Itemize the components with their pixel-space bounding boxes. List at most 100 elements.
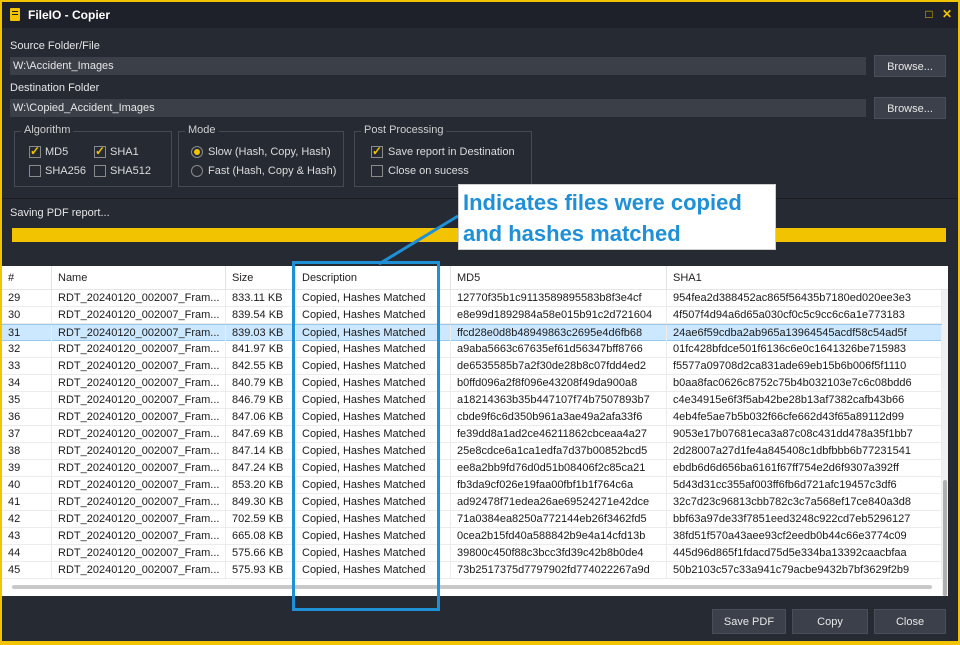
cell-size: 839.54 KB <box>226 307 296 324</box>
source-path-field[interactable]: W:\Accident_Images <box>10 57 866 75</box>
horizontal-scrollbar[interactable] <box>12 585 932 589</box>
cell-number: 33 <box>2 358 52 375</box>
annotation-callout: Indicates files were copied and hashes m… <box>458 184 776 250</box>
cell-md5: fb3da9cf026e19faa00fbf1b1f764c6a <box>451 477 667 494</box>
cell-md5: de6535585b7a2f30de28b8c07fdd4ed2 <box>451 358 667 375</box>
status-text: Saving PDF report... <box>10 207 110 219</box>
table-row[interactable]: 44 RDT_20240120_002007_Fram... 575.66 KB Co… <box>2 545 942 562</box>
destination-path-field[interactable]: W:\Copied_Accident_Images <box>10 99 866 117</box>
cell-name: RDT_20240120_002007_Fram... <box>52 290 226 307</box>
table-row[interactable]: 40 RDT_20240120_002007_Fram... 853.20 KB Co… <box>2 477 942 494</box>
cell-size: 841.97 KB <box>226 341 296 358</box>
table-row[interactable]: 42 RDT_20240120_002007_Fram... 702.59 KB Co… <box>2 511 942 528</box>
description-highlight-box <box>292 261 440 611</box>
table-row[interactable]: 45 RDT_20240120_002007_Fram... 575.93 KB Co… <box>2 562 942 579</box>
cell-name: RDT_20240120_002007_Fram... <box>52 545 226 562</box>
md5-label: MD5 <box>45 146 69 158</box>
sha512-checkbox[interactable] <box>94 165 106 177</box>
table-row[interactable]: 38 RDT_20240120_002007_Fram... 847.14 KB Co… <box>2 443 942 460</box>
cell-md5: ffcd28e0d8b48949863c2695e4d6fb68 <box>451 325 667 342</box>
cell-name: RDT_20240120_002007_Fram... <box>52 460 226 477</box>
cell-number: 44 <box>2 545 52 562</box>
algorithm-group: Algorithm MD5 SHA1 SHA256 SHA512 <box>14 124 172 187</box>
cell-sha1: 32c7d23c96813cbb782c3c7a568ef17ce840a3d8 <box>667 494 942 511</box>
cell-name: RDT_20240120_002007_Fram... <box>52 375 226 392</box>
table-row[interactable]: 35 RDT_20240120_002007_Fram... 846.79 KB Co… <box>2 392 942 409</box>
cell-size: 846.79 KB <box>226 392 296 409</box>
cell-name: RDT_20240120_002007_Fram... <box>52 443 226 460</box>
table-row[interactable]: 33 RDT_20240120_002007_Fram... 842.55 KB Co… <box>2 358 942 375</box>
table-row[interactable]: 30 RDT_20240120_002007_Fram... 839.54 KB Co… <box>2 307 942 324</box>
cell-md5: 12770f35b1c9113589895583b8f3e4cf <box>451 290 667 307</box>
maximize-icon[interactable]: □ <box>922 7 936 21</box>
close-on-success-checkbox[interactable] <box>371 165 383 177</box>
column-header-md5[interactable]: MD5 <box>451 266 667 290</box>
grid-header: # Name Size Description MD5 SHA1 <box>2 266 948 290</box>
save-report-checkbox[interactable] <box>371 144 383 158</box>
vertical-scroll-thumb[interactable] <box>943 480 947 596</box>
save-pdf-button[interactable]: Save PDF <box>712 609 786 634</box>
cell-md5: 71a0384ea8250a772144eb26f3462fd5 <box>451 511 667 528</box>
cell-size: 847.06 KB <box>226 409 296 426</box>
column-header-sha1[interactable]: SHA1 <box>667 266 942 290</box>
cell-size: 665.08 KB <box>226 528 296 545</box>
cell-sha1: 4f507f4d94a6d65a030cf0c5c9cc6c6a1e773183 <box>667 307 942 324</box>
cell-name: RDT_20240120_002007_Fram... <box>52 562 226 579</box>
cell-sha1: 9053e17b07681eca3a87c08c431dd478a35f1bb7 <box>667 426 942 443</box>
column-header-name[interactable]: Name <box>52 266 226 290</box>
cell-sha1: 24ae6f59cdba2ab965a13964545acdf58c54ad5f <box>667 325 942 342</box>
fast-mode-radio[interactable] <box>191 165 203 177</box>
table-row[interactable]: 32 RDT_20240120_002007_Fram... 841.97 KB Co… <box>2 341 942 358</box>
destination-browse-button[interactable]: Browse... <box>874 97 946 119</box>
cell-size: 839.03 KB <box>226 325 296 342</box>
table-row[interactable]: 37 RDT_20240120_002007_Fram... 847.69 KB Co… <box>2 426 942 443</box>
cell-name: RDT_20240120_002007_Fram... <box>52 409 226 426</box>
sha256-checkbox[interactable] <box>29 165 41 177</box>
table-row[interactable]: 31 RDT_20240120_002007_Fram... 839.03 KB Co… <box>2 324 942 342</box>
cell-number: 38 <box>2 443 52 460</box>
cell-size: 702.59 KB <box>226 511 296 528</box>
table-row[interactable]: 29 RDT_20240120_002007_Fram... 833.11 KB Co… <box>2 290 942 307</box>
cell-sha1: 4eb4fe5ae7b5b032f66cfe662d43f65a89112d99 <box>667 409 942 426</box>
table-row[interactable]: 36 RDT_20240120_002007_Fram... 847.06 KB Co… <box>2 409 942 426</box>
results-grid: # Name Size Description MD5 SHA1 29 RDT_2… <box>2 266 948 596</box>
cell-md5: 39800c450f88c3bcc3fd39c42b8b0de4 <box>451 545 667 562</box>
table-row[interactable]: 34 RDT_20240120_002007_Fram... 840.79 KB Co… <box>2 375 942 392</box>
sha1-label: SHA1 <box>110 146 139 158</box>
table-row[interactable]: 41 RDT_20240120_002007_Fram... 849.30 KB Co… <box>2 494 942 511</box>
close-button[interactable]: Close <box>874 609 946 634</box>
cell-sha1: 954fea2d388452ac865f56435b7180ed020ee3e3 <box>667 290 942 307</box>
cell-name: RDT_20240120_002007_Fram... <box>52 341 226 358</box>
post-processing-group: Post Processing Save report in Destinati… <box>354 124 532 187</box>
slow-mode-radio[interactable] <box>191 146 203 158</box>
cell-md5: 73b2517375d7797902fd774022267a9d <box>451 562 667 579</box>
cell-sha1: 5d43d31cc355af003ff6fb6d721afc19457c3df6 <box>667 477 942 494</box>
window-title: FileIO - Copier <box>28 8 111 22</box>
cell-md5: 25e8cdce6a1ca1edfa7d37b00852bcd5 <box>451 443 667 460</box>
column-header-number[interactable]: # <box>2 266 52 290</box>
cell-sha1: 50b2103c57c33a941c79acbe9432b7bf3629f2b9 <box>667 562 942 579</box>
table-row[interactable]: 39 RDT_20240120_002007_Fram... 847.24 KB Co… <box>2 460 942 477</box>
cell-size: 853.20 KB <box>226 477 296 494</box>
cell-sha1: 38fd51f570a43aee93cf2eedb0b44c66e3774c09 <box>667 528 942 545</box>
cell-md5: 0cea2b15fd40a588842b9e4a14cfd13b <box>451 528 667 545</box>
table-row[interactable]: 43 RDT_20240120_002007_Fram... 665.08 KB Co… <box>2 528 942 545</box>
fast-mode-label: Fast (Hash, Copy & Hash) <box>208 165 337 177</box>
slow-mode-label: Slow (Hash, Copy, Hash) <box>208 146 331 158</box>
cell-number: 39 <box>2 460 52 477</box>
source-browse-button[interactable]: Browse... <box>874 55 946 77</box>
cell-size: 847.69 KB <box>226 426 296 443</box>
column-header-size[interactable]: Size <box>226 266 296 290</box>
close-icon[interactable]: ✕ <box>940 7 954 21</box>
copy-button[interactable]: Copy <box>792 609 868 634</box>
post-processing-title: Post Processing <box>361 124 447 136</box>
vertical-scrollbar[interactable] <box>942 290 948 596</box>
cell-number: 32 <box>2 341 52 358</box>
cell-md5: a18214363b35b447107f74b7507893b7 <box>451 392 667 409</box>
md5-checkbox[interactable] <box>29 144 41 158</box>
sha1-checkbox[interactable] <box>94 144 106 158</box>
sha512-label: SHA512 <box>110 165 151 177</box>
mode-group: Mode Slow (Hash, Copy, Hash) Fast (Hash,… <box>178 124 344 187</box>
copier-window: FileIO - Copier □ ✕ Source Folder/File W… <box>0 0 960 643</box>
title-bar: FileIO - Copier □ ✕ <box>2 2 958 28</box>
